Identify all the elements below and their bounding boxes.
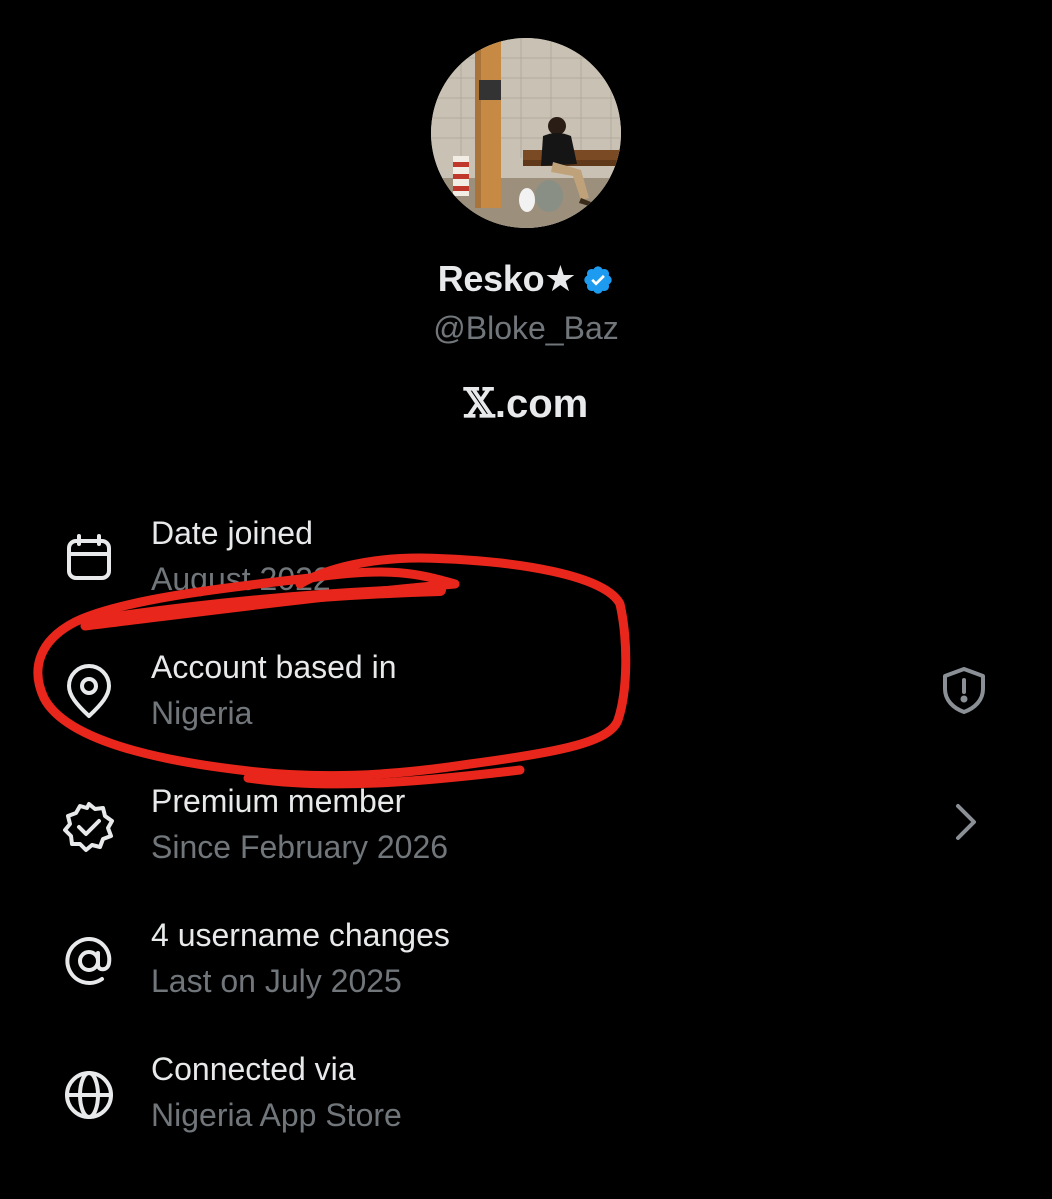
globe-icon	[60, 1066, 118, 1124]
info-row-text: 4 username changes Last on July 2025	[151, 912, 450, 1004]
at-sign-icon	[60, 932, 118, 990]
calendar-icon	[60, 530, 118, 588]
brand-suffix: .com	[494, 382, 589, 426]
profile-photo	[431, 38, 621, 228]
row-label: Premium member	[151, 783, 406, 819]
shield-alert-icon[interactable]	[936, 662, 992, 718]
info-row-text: Account based in Nigeria	[151, 644, 397, 736]
row-label: 4 username changes	[151, 917, 450, 953]
profile-avatar[interactable]	[431, 38, 621, 228]
chevron-right-icon[interactable]	[938, 794, 994, 850]
profile-name-row: Resko★	[0, 258, 1052, 300]
info-row-text: Premium member Since February 2026	[151, 778, 448, 870]
info-row-text: Connected via Nigeria App Store	[151, 1046, 402, 1138]
row-label: Connected via	[151, 1051, 356, 1087]
brand-domain: 𝕏.com	[0, 380, 1052, 427]
info-row-premium[interactable]: Premium member Since February 2026	[0, 778, 1052, 888]
info-row-text: Date joined August 2022	[151, 510, 331, 602]
row-label: Account based in	[151, 649, 397, 685]
row-label: Date joined	[151, 515, 313, 551]
profile-handle[interactable]: @Bloke_Baz	[0, 310, 1052, 347]
display-name: Resko★	[437, 258, 577, 299]
info-row-date-joined: Date joined August 2022	[0, 510, 1052, 620]
row-value: Nigeria	[151, 695, 253, 731]
location-pin-icon	[60, 664, 118, 722]
verified-seal-icon	[60, 798, 118, 856]
row-value: Since February 2026	[151, 829, 449, 865]
row-value: Nigeria App Store	[151, 1097, 402, 1133]
info-row-account-location: Account based in Nigeria	[0, 644, 1052, 754]
info-row-username-changes: 4 username changes Last on July 2025	[0, 912, 1052, 1022]
info-row-connected-via: Connected via Nigeria App Store	[0, 1046, 1052, 1156]
row-value: Last on July 2025	[151, 963, 402, 999]
x-logo-icon: 𝕏	[463, 380, 495, 427]
verified-badge-icon[interactable]	[582, 264, 614, 296]
row-value: August 2022	[151, 561, 331, 597]
